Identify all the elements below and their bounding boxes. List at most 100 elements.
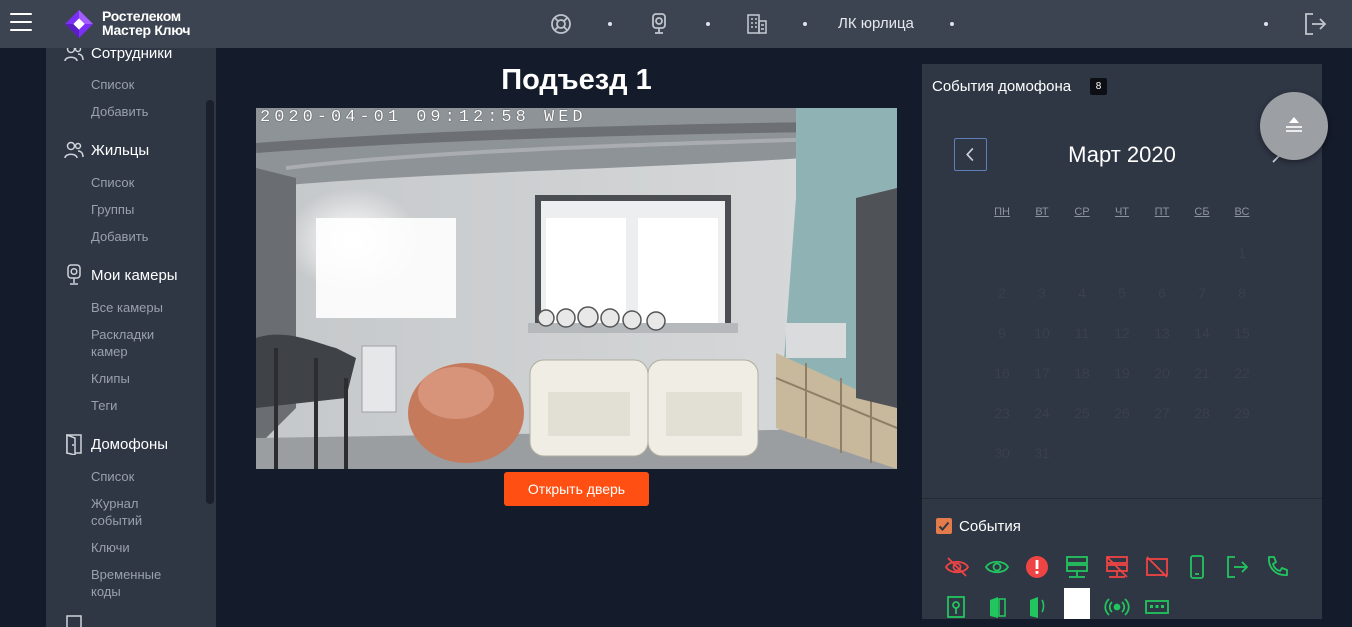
server-icon[interactable] — [1064, 554, 1090, 580]
calendar-day[interactable]: 27 — [1147, 405, 1177, 421]
camera-feed[interactable]: 2020-04-01 09:12:58 WED — [256, 108, 897, 469]
door-open-icon[interactable] — [1024, 594, 1050, 620]
calendar-day[interactable]: 6 — [1147, 285, 1177, 301]
door-icon — [66, 433, 82, 455]
calendar-day[interactable]: 3 — [1027, 285, 1057, 301]
calendar-day[interactable]: 15 — [1227, 325, 1257, 341]
calendar-day[interactable]: 18 — [1067, 365, 1097, 381]
calendar-day[interactable]: 19 — [1107, 365, 1137, 381]
calendar-day[interactable]: 2 — [987, 285, 1017, 301]
panel-divider — [922, 498, 1322, 499]
calendar-weekday: ЧТ — [1114, 206, 1130, 218]
sidebar-item-residents-add[interactable]: Добавить — [91, 228, 191, 245]
nav-separator — [608, 22, 612, 26]
sidebar-section-employees[interactable]: Сотрудники — [63, 48, 172, 64]
camera-image — [256, 108, 897, 469]
calendar-day[interactable]: 24 — [1027, 405, 1057, 421]
calendar-day[interactable]: 4 — [1067, 285, 1097, 301]
logout-icon[interactable] — [1302, 11, 1328, 37]
collapse-fab-button[interactable] — [1260, 92, 1328, 160]
sidebar-item-temp-codes[interactable]: Временные коды — [91, 566, 191, 600]
page-title: Подъезд 1 — [501, 64, 652, 96]
events-count-badge: 8 — [1090, 78, 1107, 95]
calendar-day[interactable]: 9 — [987, 325, 1017, 341]
nav-separator — [950, 22, 954, 26]
blank-tile[interactable] — [1064, 588, 1090, 619]
calendar-day[interactable]: 20 — [1147, 365, 1177, 381]
calendar-day[interactable]: 23 — [987, 405, 1017, 421]
sidebar-section-label: Мои камеры — [91, 266, 178, 284]
calendar-day[interactable]: 30 — [987, 445, 1017, 461]
sidebar-section-residents[interactable]: Жильцы — [63, 139, 149, 161]
events-filter-checkbox[interactable] — [936, 518, 952, 534]
menu-icon[interactable] — [10, 13, 32, 33]
support-icon[interactable] — [549, 12, 573, 36]
sidebar-section-label: Сотрудники — [91, 48, 173, 62]
eject-icon — [1286, 117, 1302, 132]
sidebar: Сотрудники Список Добавить Жильцы Список… — [46, 48, 216, 627]
calendar-prev-button[interactable] — [954, 138, 987, 171]
calendar-day[interactable]: 21 — [1187, 365, 1217, 381]
open-door-button[interactable]: Открыть дверь — [504, 472, 649, 506]
sidebar-item-event-log[interactable]: Журнал событий — [91, 495, 191, 529]
logo-line-2: Мастер Ключ — [102, 22, 191, 38]
calendar-day[interactable]: 13 — [1147, 325, 1177, 341]
logo[interactable]: Ростелеком Мастер Ключ — [64, 7, 204, 41]
eye-off-icon[interactable] — [944, 554, 970, 580]
logo-text: Ростелеком Мастер Ключ — [102, 9, 190, 37]
calendar-day[interactable]: 1 — [1227, 245, 1257, 261]
calendar-day[interactable]: 10 — [1027, 325, 1057, 341]
alert-icon[interactable] — [1024, 554, 1050, 580]
device-off-icon[interactable] — [1144, 554, 1170, 580]
calendar-day[interactable]: 26 — [1107, 405, 1137, 421]
eye-icon[interactable] — [984, 554, 1010, 580]
sidebar-item-clips[interactable]: Клипы — [91, 370, 191, 387]
door-key-icon[interactable] — [984, 594, 1010, 620]
sidebar-section-cameras[interactable]: Мои камеры — [63, 264, 178, 286]
sidebar-item-intercom-list[interactable]: Список — [91, 468, 191, 485]
sidebar-item-residents-list[interactable]: Список — [91, 174, 191, 191]
camera-icon[interactable] — [647, 12, 671, 36]
server-error-icon[interactable] — [1104, 554, 1130, 580]
nav-separator — [706, 22, 710, 26]
calendar-day[interactable]: 17 — [1027, 365, 1057, 381]
calendar-day[interactable]: 25 — [1067, 405, 1097, 421]
calendar-day[interactable]: 11 — [1067, 325, 1097, 341]
building-icon[interactable] — [745, 12, 769, 36]
call-icon[interactable] — [1264, 554, 1290, 580]
sidebar-item-residents-groups[interactable]: Группы — [91, 201, 191, 218]
nav-separator — [1264, 22, 1268, 26]
users-icon — [64, 141, 84, 159]
calendar-day[interactable]: 12 — [1107, 325, 1137, 341]
nav-separator — [803, 22, 807, 26]
sidebar-item-camera-layouts[interactable]: Раскладки камер — [91, 326, 191, 360]
calendar-day[interactable]: 14 — [1187, 325, 1217, 341]
calendar-day[interactable]: 5 — [1107, 285, 1137, 301]
sidebar-scrollbar[interactable] — [206, 100, 214, 504]
users-icon — [64, 48, 84, 62]
account-label[interactable]: ЛК юрлица — [838, 15, 914, 32]
exit-icon[interactable] — [1224, 554, 1250, 580]
phone-icon[interactable] — [1184, 554, 1210, 580]
calendar-day[interactable]: 16 — [987, 365, 1017, 381]
sidebar-item-keys[interactable]: Ключи — [91, 539, 191, 556]
calendar-day[interactable]: 28 — [1187, 405, 1217, 421]
calendar-day[interactable]: 7 — [1187, 285, 1217, 301]
sidebar-item-all-cameras[interactable]: Все камеры — [91, 299, 191, 316]
sidebar-item-employees-add[interactable]: Добавить — [91, 103, 191, 120]
sidebar-item-employees-list[interactable]: Список — [91, 76, 191, 93]
calendar-day[interactable]: 22 — [1227, 365, 1257, 381]
logo-icon — [65, 10, 93, 38]
calendar-day[interactable]: 8 — [1227, 285, 1257, 301]
keypad-icon[interactable] — [1144, 594, 1170, 620]
logo-line-1: Ростелеком — [102, 8, 181, 24]
calendar-day[interactable]: 29 — [1227, 405, 1257, 421]
sidebar-section-intercoms[interactable]: Домофоны — [63, 433, 168, 455]
sidebar-item-tags[interactable]: Теги — [91, 397, 191, 414]
calendar-weekday: ВТ — [1035, 206, 1049, 218]
sidebar-section-label: Домофоны — [91, 435, 169, 453]
signal-icon[interactable] — [1104, 594, 1130, 620]
calendar-day[interactable]: 31 — [1027, 445, 1057, 461]
calendar-weekday: СР — [1074, 206, 1090, 218]
key-card-icon[interactable] — [944, 594, 970, 620]
